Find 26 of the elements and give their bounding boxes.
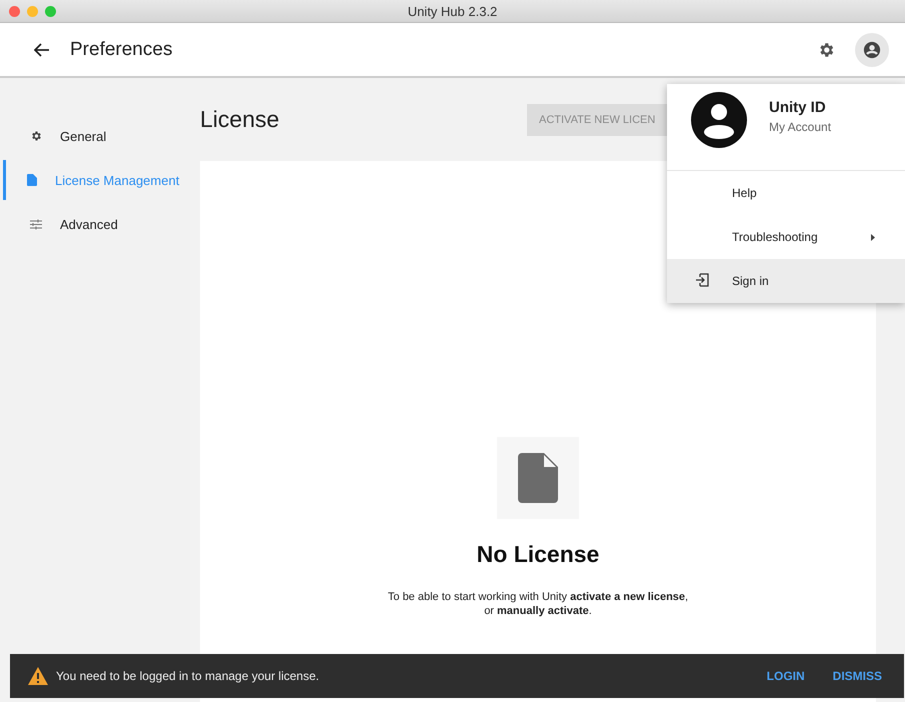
caret-icon: [871, 234, 875, 240]
section-heading: License: [200, 106, 280, 133]
sidebar-item[interactable]: General: [3, 116, 200, 156]
account-name: Unity ID: [769, 99, 827, 116]
sign-in-icon: [695, 273, 710, 287]
document-icon: [27, 174, 37, 186]
window-title: Unity Hub 2.3.2: [408, 4, 498, 18]
back-arrow-icon[interactable]: [34, 42, 50, 56]
empty-state-text: To be able to start working with Unity activate a new license, or manually activate.: [388, 590, 688, 618]
empty-state-title: No License: [476, 541, 600, 568]
menu-item[interactable]: Troubleshooting: [667, 215, 905, 259]
account-button[interactable]: [855, 32, 889, 66]
account-icon: [863, 40, 881, 58]
document-icon: [518, 453, 558, 503]
avatar-icon: [689, 90, 749, 150]
warning-icon: [28, 667, 48, 685]
sliders-icon: [30, 218, 42, 230]
snackbar-message: You need to be logged in to manage your license.: [56, 669, 320, 683]
page-title: Preferences: [70, 38, 174, 60]
menu-item[interactable]: Help: [667, 171, 905, 215]
snackbar-action[interactable]: LOGIN: [746, 669, 805, 683]
sidebar-item[interactable]: Advanced: [3, 204, 200, 244]
gear-icon: [30, 130, 42, 142]
account-link[interactable]: My Account: [769, 120, 832, 134]
menu-item[interactable]: Sign in: [667, 259, 905, 303]
snackbar-action[interactable]: DISMISS: [812, 669, 882, 683]
